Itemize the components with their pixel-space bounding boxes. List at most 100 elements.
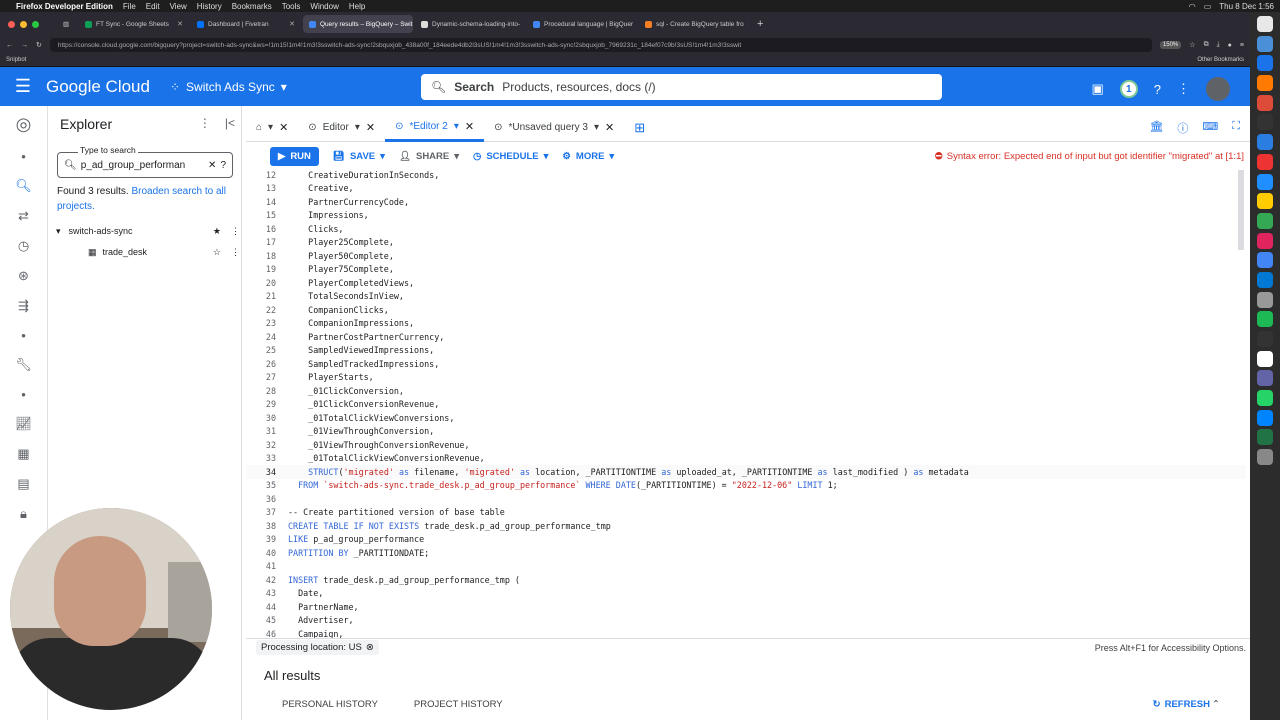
code-line[interactable]: 38 CREATE TABLE IF NOT EXISTS trade_desk.…	[246, 519, 1246, 533]
code-line[interactable]: 37 -- Create partitioned version of base …	[246, 506, 1246, 520]
battery-icon[interactable]: ▭	[1204, 2, 1212, 11]
close-tab-icon[interactable]: ✕	[524, 20, 525, 28]
close-icon[interactable]: ⊗	[366, 642, 374, 653]
code-line[interactable]: 34 STRUCT('migrated' as filename, 'migra…	[246, 465, 1246, 479]
code-line[interactable]: 44 PartnerName,	[246, 600, 1246, 614]
code-line[interactable]: 13 Creative,	[246, 182, 1246, 196]
bookmark-snipbot[interactable]: Snipbot	[6, 57, 26, 63]
dock-app-icon[interactable]	[1257, 311, 1273, 328]
code-line[interactable]: 29 _01ClickConversionRevenue,	[246, 398, 1246, 412]
code-line[interactable]: 41	[246, 560, 1246, 574]
browser-tab[interactable]: Dynamic-schema-loading-into-✕	[415, 15, 525, 33]
code-line[interactable]: 22 CompanionClicks,	[246, 303, 1246, 317]
dock-app-icon[interactable]	[1257, 16, 1273, 32]
project-selector[interactable]: ⁘ Switch Ads Sync ▾	[170, 80, 287, 94]
menu-bookmarks[interactable]: Bookmarks	[232, 2, 272, 11]
new-tab-button[interactable]: +	[751, 15, 771, 33]
close-window-button[interactable]	[8, 20, 15, 28]
dock-app-icon[interactable]	[1257, 35, 1273, 52]
sidebar-toggle-icon[interactable]: ▥	[57, 15, 77, 33]
dock-app-icon[interactable]	[1257, 449, 1273, 466]
sql-code-editor[interactable]: 12 CreativeDurationInSeconds, 13 Creative…	[246, 168, 1246, 638]
code-line[interactable]: 14 PartnerCurrencyCode,	[246, 195, 1246, 209]
code-line[interactable]: 30 _01TotalClickViewConversions,	[246, 411, 1246, 425]
tab-editor[interactable]: ⊙ Editor ▾ ✕	[298, 114, 385, 142]
more-vert-icon[interactable]: ⋮	[231, 226, 240, 237]
tab-unsaved-query-3[interactable]: ⊙ *Unsaved query 3 ▾ ✕	[484, 114, 624, 142]
dock-app-icon[interactable]	[1257, 429, 1273, 446]
tab-editor-2[interactable]: ⊙ *Editor 2 ▾ ✕	[385, 114, 485, 142]
code-line[interactable]: 18 Player50Complete,	[246, 249, 1246, 263]
bigquery-logo-icon[interactable]: ◎	[16, 114, 32, 135]
dock-app-icon[interactable]	[1257, 252, 1273, 269]
monitoring-icon[interactable]: 📈︎	[15, 416, 32, 432]
code-line[interactable]: 39 LIKE p_ad_group_performance	[246, 533, 1246, 547]
processing-location-chip[interactable]: Processing location: US ⊗	[256, 640, 379, 655]
code-line[interactable]: 12 CreativeDurationInSeconds,	[246, 168, 1246, 182]
dock-app-icon[interactable]	[1257, 94, 1273, 111]
reload-icon[interactable]: ↻	[36, 41, 42, 49]
minimize-window-button[interactable]	[20, 20, 27, 28]
code-line[interactable]: 16 Clicks,	[246, 222, 1246, 236]
dock-app-icon[interactable]	[1257, 193, 1273, 210]
more-vert-icon[interactable]: ⋮	[1177, 81, 1190, 97]
close-tab-icon[interactable]: ✕	[279, 121, 288, 134]
account-icon[interactable]: ●	[1228, 42, 1232, 49]
code-line[interactable]: 35 FROM `switch-ads-sync.trade_desk.p_ad…	[246, 479, 1246, 493]
code-line[interactable]: 15 Impressions,	[246, 209, 1246, 223]
code-line[interactable]: 32 _01ViewThroughConversionRevenue,	[246, 438, 1246, 452]
dock-app-icon[interactable]	[1257, 212, 1273, 229]
bank-icon[interactable]: 🏛︎	[1149, 120, 1163, 136]
collapse-results-icon[interactable]: ⌃	[1212, 699, 1220, 710]
more-vert-icon[interactable]: ⋮	[231, 247, 240, 258]
save-button[interactable]: 💾︎ SAVE ▾	[333, 151, 385, 162]
star-filled-icon[interactable]: ★	[213, 226, 221, 237]
browser-tab-active[interactable]: Query results – BigQuery – Swit✕	[303, 15, 413, 33]
close-tab-icon[interactable]: ✕	[177, 20, 183, 28]
code-line[interactable]: 45 Advertiser,	[246, 614, 1246, 628]
close-tab-icon[interactable]: ✕	[289, 20, 295, 28]
zoom-level-badge[interactable]: 150%	[1159, 41, 1182, 49]
menu-file[interactable]: File	[123, 2, 136, 11]
dock-app-icon[interactable]	[1257, 291, 1273, 308]
transfers-icon[interactable]: ⇄	[18, 208, 29, 224]
extensions-icon[interactable]: ⧉	[1204, 41, 1209, 49]
url-input[interactable]: https://console.cloud.google.com/bigquer…	[49, 38, 1152, 52]
browser-tab[interactable]: Procedural language | BigQuer ✕	[527, 15, 637, 33]
search-nav-icon[interactable]: 🔍︎	[15, 178, 32, 194]
browser-tab[interactable]: Dashboard | Fivetran ✕	[191, 15, 301, 33]
tab-project-history[interactable]: PROJECT HISTORY	[396, 699, 521, 710]
home-tab[interactable]: ⌂ ▾ ✕	[246, 114, 298, 142]
app-menu-icon[interactable]: ≡	[1240, 42, 1244, 49]
analytics-hub-icon[interactable]: ⊛	[18, 268, 29, 284]
dock-app-icon[interactable]	[1257, 153, 1273, 170]
browser-tab[interactable]: sql - Create BigQuery table fro ✕	[639, 15, 749, 33]
code-line[interactable]: 17 Player25Complete,	[246, 236, 1246, 250]
code-line[interactable]: 23 CompanionImpressions,	[246, 317, 1246, 331]
menu-window[interactable]: Window	[310, 2, 338, 11]
clear-icon[interactable]: ✕	[208, 160, 216, 171]
code-line[interactable]: 27 PlayerStarts,	[246, 371, 1246, 385]
browser-tab[interactable]: FT Sync - Google Sheets ✕	[79, 15, 189, 33]
more-button[interactable]: ⚙ MORE ▾	[562, 151, 614, 162]
nav-menu-icon[interactable]: ☰	[0, 76, 46, 97]
dock-app-icon[interactable]	[1257, 114, 1273, 131]
dock-app-icon[interactable]	[1257, 134, 1273, 151]
back-icon[interactable]: ←	[6, 42, 13, 49]
forward-icon[interactable]: →	[21, 42, 28, 49]
menu-tools[interactable]: Tools	[282, 2, 301, 11]
bookmark-star-icon[interactable]: ☆	[1189, 41, 1195, 49]
menu-edit[interactable]: Edit	[146, 2, 160, 11]
code-line[interactable]: 43 Date,	[246, 587, 1246, 601]
dock-app-icon[interactable]	[1257, 271, 1273, 288]
more-vert-icon[interactable]: ⋮	[199, 116, 211, 130]
code-line[interactable]: 28 _01ClickConversion,	[246, 384, 1246, 398]
dock-app-icon[interactable]	[1257, 173, 1273, 190]
code-line[interactable]: 42 INSERT trade_desk.p_ad_group_performan…	[246, 573, 1246, 587]
menubar-clock[interactable]: Thu 8 Dec 1:56	[1219, 2, 1274, 11]
menu-help[interactable]: Help	[349, 2, 365, 11]
close-tab-icon[interactable]: ✕	[465, 120, 474, 133]
capacity-icon[interactable]: ▦	[17, 446, 29, 462]
help-icon[interactable]: ?	[1154, 82, 1161, 97]
explorer-search-field[interactable]: Type to search 🔍︎ p_ad_group_performan ✕…	[57, 145, 233, 178]
